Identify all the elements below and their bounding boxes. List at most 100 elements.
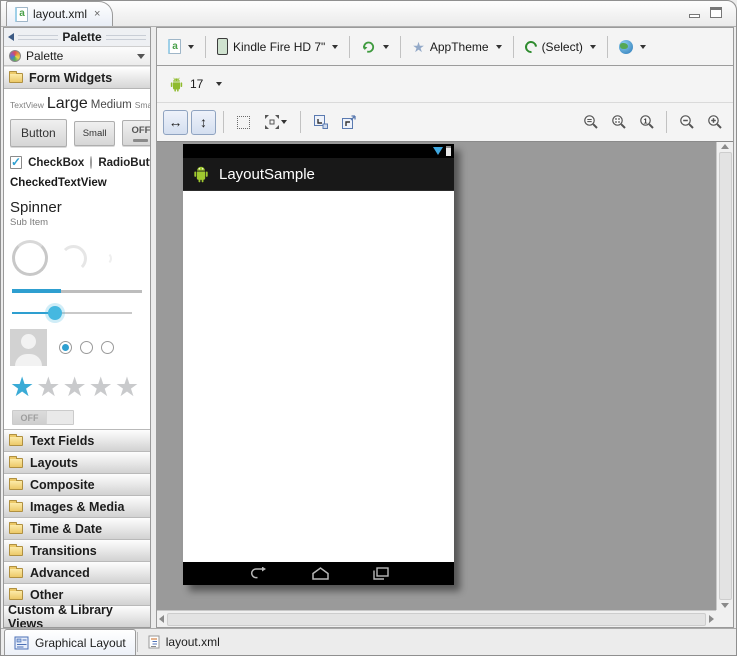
- widget-textview-medium[interactable]: Medium: [91, 99, 132, 111]
- scroll-down-icon[interactable]: [721, 603, 729, 608]
- widget-spinner[interactable]: Spinner: [10, 199, 144, 216]
- zoom-in-button[interactable]: [702, 110, 727, 135]
- zoom-out-button[interactable]: [674, 110, 699, 135]
- progress-fill: [12, 289, 61, 293]
- toolbar-separator: [205, 36, 206, 58]
- category-custom-library-views[interactable]: Custom & Library Views: [4, 605, 150, 627]
- tab-graphical-layout[interactable]: Graphical Layout: [4, 629, 136, 655]
- vertical-scrollbar[interactable]: [716, 142, 733, 610]
- palette-collapse-bar[interactable]: Palette: [4, 28, 150, 46]
- star-empty-icon: ★: [62, 372, 87, 402]
- category-time-date[interactable]: Time & Date: [4, 517, 150, 539]
- widget-togglebutton[interactable]: OFF: [122, 120, 150, 146]
- api-level-selector-button[interactable]: 17: [163, 73, 227, 96]
- widget-small-button[interactable]: Small: [74, 121, 116, 146]
- widget-progressbar-small[interactable]: [99, 252, 112, 265]
- section-label: Form Widgets: [29, 71, 112, 85]
- spinner-sub-item[interactable]: Sub Item: [10, 217, 144, 228]
- action-bar: LayoutSample: [183, 158, 454, 191]
- decor-lines: [106, 35, 146, 40]
- palette-combo-label: Palette: [26, 49, 63, 63]
- theme-selector-button[interactable]: ★ AppTheme: [407, 37, 506, 57]
- radio-selected-icon[interactable]: [59, 341, 72, 354]
- vertical-scroll-thumb[interactable]: [719, 152, 732, 600]
- zoom-controls: 1: [578, 110, 727, 135]
- category-transitions[interactable]: Transitions: [4, 539, 150, 561]
- recents-icon: [372, 567, 389, 580]
- minimize-icon[interactable]: [689, 14, 700, 18]
- radio-icon[interactable]: [80, 341, 93, 354]
- section-form-widgets[interactable]: Form Widgets: [4, 66, 150, 89]
- widget-quickcontactbadge[interactable]: [10, 329, 47, 366]
- expand-to-fit-button[interactable]: [259, 110, 293, 135]
- include-layout-button[interactable]: [336, 110, 361, 135]
- widget-checkedtextview[interactable]: CheckedTextView: [10, 177, 144, 189]
- tab-layout-xml-source[interactable]: layout.xml: [139, 629, 229, 655]
- tab-layout-xml[interactable]: a layout.xml ×: [6, 1, 113, 26]
- widget-checkbox[interactable]: CheckBox: [28, 157, 84, 169]
- button-row: Button Small OFF: [10, 119, 144, 147]
- snap-to-grid-button[interactable]: [308, 110, 333, 135]
- scroll-up-icon[interactable]: [721, 144, 729, 149]
- zoom-fit-button[interactable]: [578, 110, 603, 135]
- toolbar-separator: [607, 36, 608, 58]
- locale-selector-button[interactable]: [614, 37, 651, 57]
- palette-panel: Palette Palette Form Widgets TextView La…: [3, 27, 151, 628]
- widget-radiobutton[interactable]: RadioButton: [98, 157, 150, 169]
- widget-textview-small[interactable]: Small: [135, 100, 150, 110]
- widget-textview[interactable]: TextView: [10, 100, 44, 110]
- design-canvas[interactable]: LayoutSample: [157, 142, 716, 610]
- horizontal-scrollbar[interactable]: [157, 610, 716, 627]
- config-selector-button[interactable]: a: [163, 36, 199, 57]
- scroll-left-icon[interactable]: [159, 615, 164, 623]
- canvas-toolbar: ↔ ↕: [157, 103, 733, 141]
- device-selector-button[interactable]: Kindle Fire HD 7": [212, 35, 343, 58]
- category-images-media[interactable]: Images & Media: [4, 495, 150, 517]
- checkbox-checked-icon[interactable]: ✓: [10, 156, 22, 169]
- folder-icon: [9, 502, 23, 512]
- category-advanced[interactable]: Advanced: [4, 561, 150, 583]
- layout-drop-area[interactable]: [183, 191, 454, 562]
- widget-progressbar-medium[interactable]: [60, 245, 87, 272]
- horizontal-scroll-thumb[interactable]: [167, 613, 706, 626]
- dropdown-arrow-icon: [590, 45, 596, 49]
- toggle-label: OFF: [131, 125, 150, 136]
- seekbar-thumb[interactable]: [48, 306, 62, 320]
- activity-selector-button[interactable]: (Select): [520, 37, 601, 57]
- scroll-right-icon[interactable]: [709, 615, 714, 623]
- app-title: LayoutSample: [219, 166, 315, 183]
- device-preview[interactable]: LayoutSample: [183, 144, 454, 585]
- widget-seekbar[interactable]: [12, 305, 142, 321]
- zoom-out-icon: [679, 114, 695, 130]
- dropdown-arrow-icon: [640, 45, 646, 49]
- category-text-fields[interactable]: Text Fields: [4, 429, 150, 451]
- widget-button[interactable]: Button: [10, 119, 67, 147]
- widget-progressbar-large[interactable]: [12, 240, 48, 276]
- fill-width-button[interactable]: ↔: [163, 110, 188, 135]
- radio-selected-icon[interactable]: [90, 156, 92, 169]
- zoom-match-button[interactable]: [606, 110, 631, 135]
- widget-switch[interactable]: OFF: [12, 410, 74, 425]
- show-outline-button[interactable]: [231, 110, 256, 135]
- category-label: Transitions: [30, 544, 97, 558]
- graphical-layout-icon: [14, 636, 29, 650]
- chevron-down-icon[interactable]: [137, 54, 145, 59]
- maximize-icon[interactable]: [710, 7, 722, 18]
- category-composite[interactable]: Composite: [4, 473, 150, 495]
- zoom-100-button[interactable]: 1: [634, 110, 659, 135]
- fill-height-button[interactable]: ↕: [191, 110, 216, 135]
- collapse-left-icon[interactable]: [8, 33, 14, 41]
- dropdown-arrow-icon: [281, 120, 287, 124]
- close-icon[interactable]: ×: [94, 8, 100, 20]
- widget-ratingbar[interactable]: ★ ★ ★ ★ ★: [10, 372, 144, 402]
- widget-progressbar-horizontal[interactable]: [12, 290, 142, 293]
- orientation-selector-button[interactable]: [356, 36, 394, 57]
- palette-combo[interactable]: Palette: [4, 46, 150, 66]
- folder-icon: [9, 590, 23, 600]
- category-label: Images & Media: [30, 500, 124, 514]
- folder-icon: [9, 458, 23, 468]
- widget-radiogroup[interactable]: [59, 341, 114, 354]
- category-layouts[interactable]: Layouts: [4, 451, 150, 473]
- radio-icon[interactable]: [101, 341, 114, 354]
- widget-textview-large[interactable]: Large: [47, 95, 88, 113]
